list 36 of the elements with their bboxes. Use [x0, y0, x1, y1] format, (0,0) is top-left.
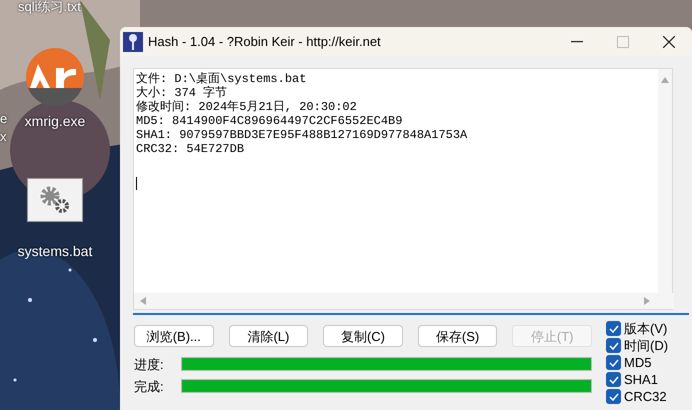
output-line: MD5: 8414900F4C896964497C2CF6552EC4B9	[136, 114, 404, 128]
file-label[interactable]: x	[0, 130, 6, 143]
checkbox[interactable]	[606, 355, 621, 370]
output-line: 修改时间: 2024年5月21日, 20:30:02	[136, 100, 358, 114]
checkbox[interactable]	[606, 372, 621, 387]
action-button[interactable]: 保存(S)	[418, 325, 498, 347]
progress-label: 完成:	[134, 380, 165, 392]
maximize-icon	[617, 36, 629, 48]
checkbox-label: 时间(D)	[624, 339, 668, 352]
minimize-icon	[571, 40, 583, 42]
output-line: SHA1: 9079597BBD3E7E95F488B127169D977848A1753A	[136, 128, 468, 142]
checkbox[interactable]	[606, 321, 621, 336]
action-button[interactable]: 复制(C)	[323, 325, 403, 347]
close-icon	[663, 36, 675, 48]
action-button[interactable]: 浏览(B)...	[134, 325, 214, 347]
vertical-scrollbar[interactable]	[658, 69, 672, 293]
file-label[interactable]: xmrig.exe	[15, 114, 95, 128]
checkbox[interactable]	[606, 338, 621, 353]
file-label[interactable]: e	[0, 112, 8, 125]
output-line: 大小: 374 字节	[136, 86, 228, 100]
output-text-area[interactable]: 文件: D:\桌面\systems.bat 大小: 374 字节 修改时间: 2024年5月21日, 20:30:02 MD5: 8414900F4C896964497C2CF6552EC4B9 SHA1: 9079597BBD3E7E95F488B127169D977848A1753A CRC32: 54E727DB	[133, 68, 673, 310]
checkbox[interactable]	[606, 389, 621, 404]
gears-icon[interactable]	[27, 178, 83, 222]
checkbox-label: 版本(V)	[624, 322, 668, 335]
key-icon	[123, 32, 143, 52]
checkbox-label: CRC32	[624, 390, 667, 403]
checkbox-label: MD5	[624, 356, 652, 369]
action-button[interactable]: 清除(L)	[228, 325, 308, 347]
checkbox-label: SHA1	[624, 373, 658, 386]
output-line: CRC32: 54E727DB	[136, 142, 246, 156]
window-title: Hash - 1.04 - ?Robin Keir - http://keir.net	[148, 32, 381, 51]
app-logo[interactable]	[26, 48, 84, 106]
progress-label: 进度:	[134, 358, 165, 370]
file-label[interactable]: systems.bat	[15, 244, 95, 258]
text-cursor	[136, 177, 137, 190]
output-line: 文件: D:\桌面\systems.bat	[136, 72, 308, 86]
